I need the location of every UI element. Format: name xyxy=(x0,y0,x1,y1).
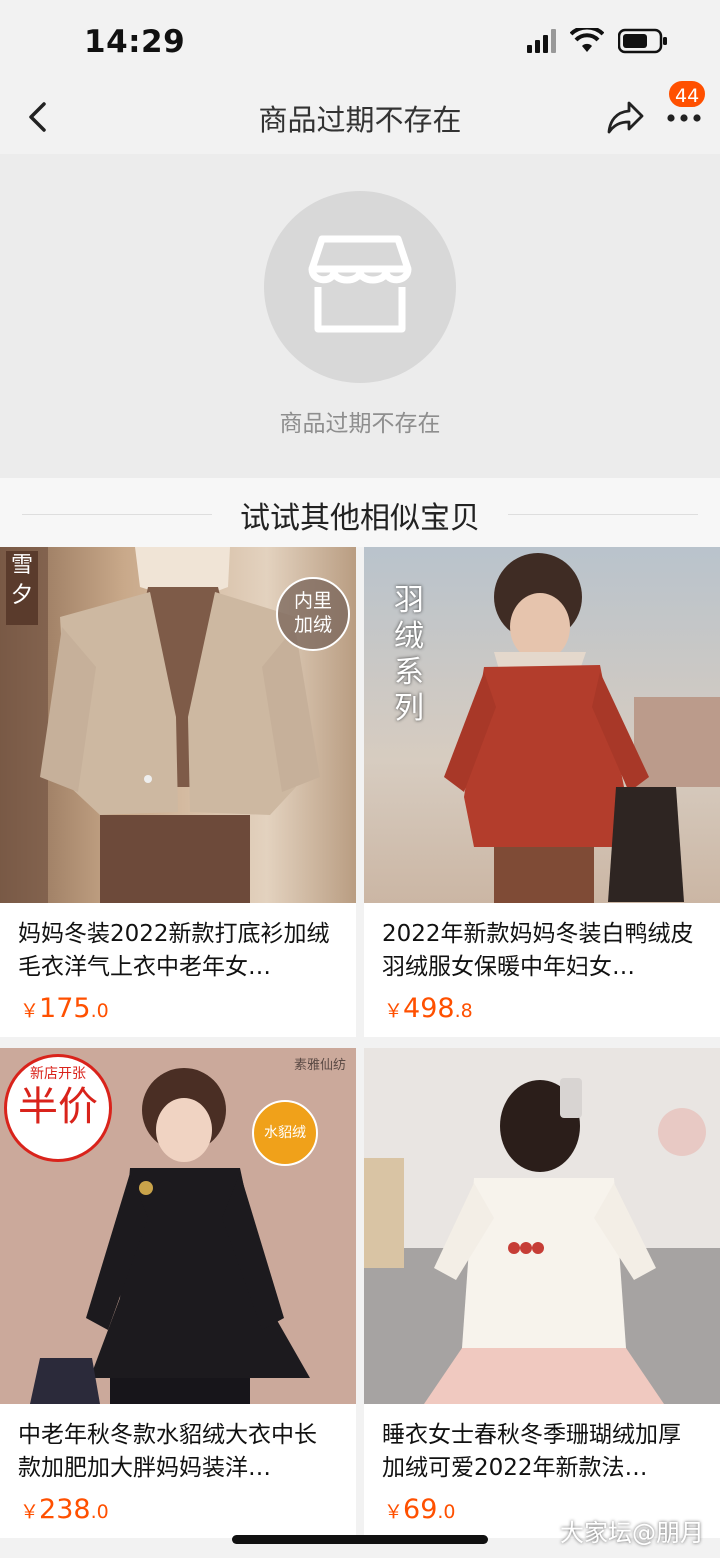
signal-icon xyxy=(527,29,556,53)
brand-tag: 素雅仙纺 xyxy=(294,1058,347,1073)
divider-right xyxy=(508,514,698,515)
product-image[interactable]: 新店开张 半价 素雅仙纺 水貂绒 xyxy=(0,1048,356,1404)
store-icon xyxy=(308,235,412,333)
product-title[interactable]: 妈妈冬装2022新款打底衫加绒毛衣洋气上衣中老年女… xyxy=(18,918,338,984)
similar-items-header: 试试其他相似宝贝 xyxy=(0,478,720,547)
message-count-badge: 44 xyxy=(667,79,708,109)
brand-tag: 雪夕 xyxy=(6,551,38,625)
home-indicator[interactable] xyxy=(232,1535,488,1544)
product-price: ￥498.8 xyxy=(384,993,473,1024)
expired-icon-circle xyxy=(264,191,456,383)
share-icon[interactable] xyxy=(604,98,646,136)
product-image[interactable]: 羽绒系列 xyxy=(364,547,720,903)
product-card[interactable]: 羽绒系列 2022年新款妈妈冬装白鸭绒皮羽绒服女保暖中年妇女… ￥498.8 xyxy=(364,547,720,1037)
product-card[interactable]: 新店开张 半价 素雅仙纺 水貂绒 中老年秋冬款水貂绒大衣中长款加肥加大胖妈妈装洋… xyxy=(0,1048,356,1538)
product-title[interactable]: 睡衣女士春秋冬季珊瑚绒加厚加绒可爱2022年新款法… xyxy=(382,1419,702,1485)
promo-badge: 新店开张 半价 xyxy=(4,1054,112,1162)
product-title[interactable]: 2022年新款妈妈冬装白鸭绒皮羽绒服女保暖中年妇女… xyxy=(382,918,702,984)
battery-icon xyxy=(618,28,667,54)
wifi-icon xyxy=(570,28,604,52)
expired-notice: 商品过期不存在 xyxy=(0,154,720,478)
product-image[interactable]: 雪夕 内里 加绒 xyxy=(0,547,356,903)
product-price: ￥175.0 xyxy=(20,993,109,1024)
status-icons xyxy=(527,28,668,54)
series-tag: 羽绒系列 xyxy=(394,583,424,726)
watermark: 大家坛@朋月 xyxy=(560,1519,704,1547)
material-badge: 水貂绒 xyxy=(252,1100,318,1166)
similar-items-title: 试试其他相似宝贝 xyxy=(240,501,480,536)
status-bar: 14:29 xyxy=(0,0,720,80)
product-card[interactable]: 睡衣女士春秋冬季珊瑚绒加厚加绒可爱2022年新款法… ￥69.0 xyxy=(364,1048,720,1538)
feature-badge: 内里 加绒 xyxy=(276,577,350,651)
expired-message: 商品过期不存在 xyxy=(279,411,441,437)
product-title[interactable]: 中老年秋冬款水貂绒大衣中长款加肥加大胖妈妈装洋… xyxy=(18,1419,338,1485)
product-price: ￥238.0 xyxy=(20,1494,109,1525)
product-price: ￥69.0 xyxy=(384,1494,456,1525)
nav-bar: 商品过期不存在 xyxy=(0,80,720,154)
product-image[interactable] xyxy=(364,1048,720,1404)
status-time: 14:29 xyxy=(84,24,186,60)
product-card[interactable]: 雪夕 内里 加绒 妈妈冬装2022新款打底衫加绒毛衣洋气上衣中老年女… ￥175… xyxy=(0,547,356,1037)
